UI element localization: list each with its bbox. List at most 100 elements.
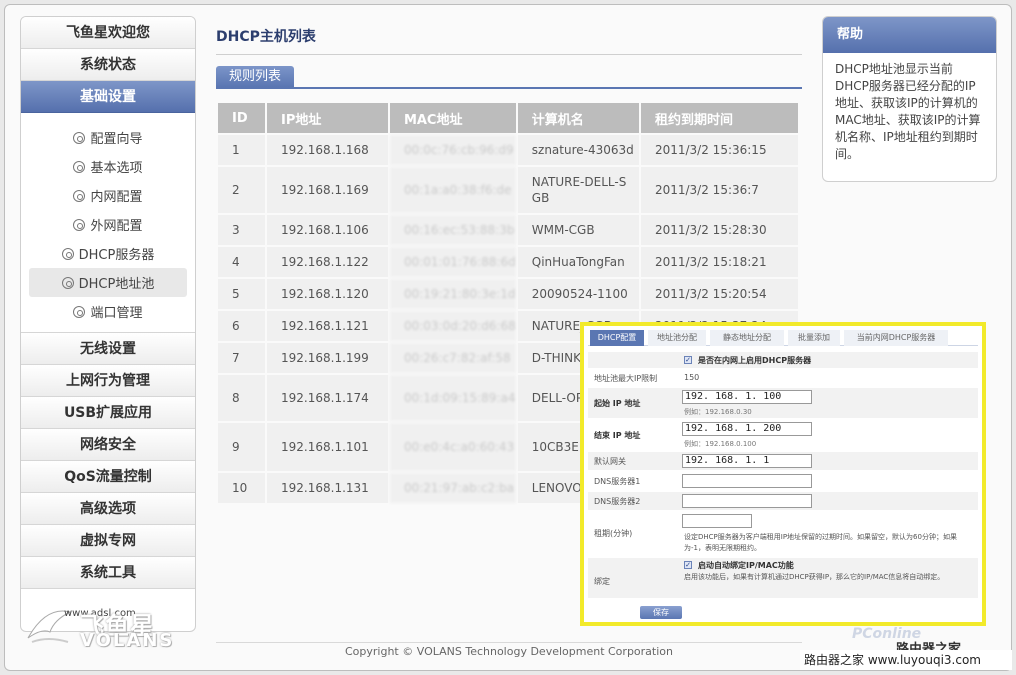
sidebar-item-qos[interactable]: QoS流量控制 <box>21 461 195 493</box>
sidebar-item-advanced[interactable]: 高级选项 <box>21 493 195 525</box>
sidebar-item-security[interactable]: 网络安全 <box>21 429 195 461</box>
cell-hostname: WMM-CGB <box>517 215 639 245</box>
cell-mac: 00:1a:a0:38:f6:de <box>389 167 516 213</box>
inset-tab-dhcp-config[interactable]: DHCP配置 <box>590 330 644 346</box>
sidebar-item-usb[interactable]: USB扩展应用 <box>21 397 195 429</box>
column-header: ID <box>218 103 266 133</box>
table-header-row: ID IP地址 MAC地址 计算机名 租约到期时间 <box>218 103 798 133</box>
basic-settings-submenu: 配置向导 基本选项 内网配置 外网配置 DHCP服务器 DHCP地址池 端口管理 <box>21 113 195 333</box>
cell-ip: 192.168.1.101 <box>267 423 388 471</box>
cell-id: 3 <box>218 215 266 245</box>
sidebar-item-behavior-management[interactable]: 上网行为管理 <box>21 365 195 397</box>
table-row: 1 192.168.1.168 00:0c:76:cb:96:d9 sznature-… <box>218 135 798 165</box>
max-ip-label: 地址池最大IP限制 <box>594 374 658 383</box>
submenu-item-label: DHCP服务器 <box>78 248 155 263</box>
max-ip-value: 150 <box>684 373 700 382</box>
logo-en: VOLANS <box>80 630 175 651</box>
dns1-input[interactable] <box>682 474 812 488</box>
cell-id: 7 <box>218 343 266 373</box>
inset-row-enable: ✓ 是否在内网上启用DHCP服务器 <box>588 352 978 368</box>
submenu-item-dhcp-pool[interactable]: DHCP地址池 <box>29 268 187 297</box>
inset-tab-batch[interactable]: 批量添加 <box>788 330 840 346</box>
cell-id: 10 <box>218 473 266 503</box>
start-ip-input[interactable]: 192. 168. 1. 100 <box>682 390 812 404</box>
inset-row-gateway: 默认网关 192. 168. 1. 1 <box>588 452 978 470</box>
column-header: MAC地址 <box>389 103 516 133</box>
cell-mac: 00:e0:4c:a0:60:43 <box>389 423 516 471</box>
start-ip-label: 起始 IP 地址 <box>594 399 641 408</box>
cell-ip: 192.168.1.120 <box>267 279 388 309</box>
radio-ring-icon <box>61 276 74 289</box>
submenu-item-label: 配置向导 <box>90 132 143 147</box>
inset-row-start-ip: 起始 IP 地址 192. 168. 1. 100 例如：192.168.0.3… <box>588 388 978 418</box>
auto-bind-checkbox[interactable]: ✓ <box>684 561 692 569</box>
table-row: 2 192.168.1.169 00:1a:a0:38:f6:de NATURE-DE… <box>218 167 798 213</box>
inset-row-dns2: DNS服务器2 <box>588 492 978 510</box>
sidebar-item-vpn[interactable]: 虚拟专网 <box>21 525 195 557</box>
submenu-item-wizard[interactable]: 配置向导 <box>29 123 187 152</box>
end-ip-input[interactable]: 192. 168. 1. 200 <box>682 422 812 436</box>
table-row: 4 192.168.1.122 00:01:01:76:88:6d QinHuaTon… <box>218 247 798 277</box>
dns2-input[interactable] <box>682 494 812 508</box>
lease-input[interactable] <box>682 514 752 528</box>
dns2-label: DNS服务器2 <box>594 497 641 506</box>
page-title: DHCP主机列表 <box>216 20 802 55</box>
radio-ring-icon <box>73 131 86 144</box>
cell-id: 5 <box>218 279 266 309</box>
radio-ring-icon <box>73 218 86 231</box>
cell-ip: 192.168.1.121 <box>267 311 388 341</box>
watermark-site: 路由器之家 www.luyouqi3.com <box>800 650 1012 670</box>
submenu-item-label: 端口管理 <box>90 306 143 321</box>
tab-bar: 规则列表 <box>216 66 802 89</box>
sidebar-welcome: 飞鱼星欢迎您 <box>21 17 195 49</box>
column-header: IP地址 <box>267 103 388 133</box>
end-ip-hint: 例如：192.168.0.100 <box>684 440 757 448</box>
submenu-item-label: 外网配置 <box>90 219 143 234</box>
sidebar-item-basic-settings[interactable]: 基础设置 <box>21 81 195 113</box>
sidebar-item-status[interactable]: 系统状态 <box>21 49 195 81</box>
cell-mac: 00:26:c7:82:af:58 <box>389 343 516 373</box>
submenu-item-dhcp-server[interactable]: DHCP服务器 <box>29 239 187 268</box>
cell-id: 9 <box>218 423 266 471</box>
radio-ring-icon <box>73 160 86 173</box>
inset-tab-pool[interactable]: 地址池分配 <box>648 330 706 346</box>
cell-mac: 00:01:01:76:88:6d <box>389 247 516 277</box>
inset-tab-static[interactable]: 静态地址分配 <box>710 330 784 346</box>
cell-ip: 192.168.1.174 <box>267 375 388 421</box>
cell-ip: 192.168.1.131 <box>267 473 388 503</box>
table-row: 3 192.168.1.106 00:16:ec:53:88:3b WMM-CGB 20… <box>218 215 798 245</box>
help-title: 帮助 <box>823 17 996 53</box>
submenu-item-wan[interactable]: 外网配置 <box>29 210 187 239</box>
submenu-item-lan[interactable]: 内网配置 <box>29 181 187 210</box>
submenu-item-label: 基本选项 <box>90 161 143 176</box>
submenu-item-basic-options[interactable]: 基本选项 <box>29 152 187 181</box>
inset-row-dns1: DNS服务器1 <box>588 472 978 490</box>
cell-lease: 2011/3/2 15:20:54 <box>640 279 798 309</box>
cell-id: 2 <box>218 167 266 213</box>
submenu-item-label: 内网配置 <box>90 190 143 205</box>
radio-ring-icon <box>73 189 86 202</box>
cell-lease: 2011/3/2 15:36:15 <box>640 135 798 165</box>
save-button[interactable]: 保存 <box>640 606 682 619</box>
cell-ip: 192.168.1.122 <box>267 247 388 277</box>
table-row: 5 192.168.1.120 00:19:21:80:3e:1d 20090524-… <box>218 279 798 309</box>
cell-mac: 00:19:21:80:3e:1d <box>389 279 516 309</box>
column-header: 租约到期时间 <box>640 103 798 133</box>
sidebar-item-system-tools[interactable]: 系统工具 <box>21 557 195 589</box>
tab-rule-list[interactable]: 规则列表 <box>216 66 295 87</box>
submenu-item-port-management[interactable]: 端口管理 <box>29 297 187 326</box>
cell-id: 6 <box>218 311 266 341</box>
cell-mac: 00:03:0d:20:d6:68 <box>389 311 516 341</box>
sidebar-item-wireless[interactable]: 无线设置 <box>21 333 195 365</box>
cell-lease: 2011/3/2 15:36:7 <box>640 167 798 213</box>
enable-dhcp-label: 是否在内网上启用DHCP服务器 <box>698 356 812 365</box>
cell-id: 8 <box>218 375 266 421</box>
enable-dhcp-checkbox[interactable]: ✓ <box>684 356 692 364</box>
cell-lease: 2011/3/2 15:18:21 <box>640 247 798 277</box>
gateway-input[interactable]: 192. 168. 1. 1 <box>682 454 812 468</box>
auto-bind-description: 启用该功能后，如果有计算机通过DHCP获得IP，那么它的IP/MAC信息将自动绑… <box>684 573 945 581</box>
cell-hostname: sznature-43063d <box>517 135 639 165</box>
volans-logo: www.adsl.com 飞鱼星 VOLANS <box>24 600 175 651</box>
inset-tab-current-servers[interactable]: 当前内网DHCP服务器 <box>844 330 948 346</box>
inset-tab-bar: DHCP配置 地址池分配 静态地址分配 批量添加 当前内网DHCP服务器 <box>588 328 978 346</box>
